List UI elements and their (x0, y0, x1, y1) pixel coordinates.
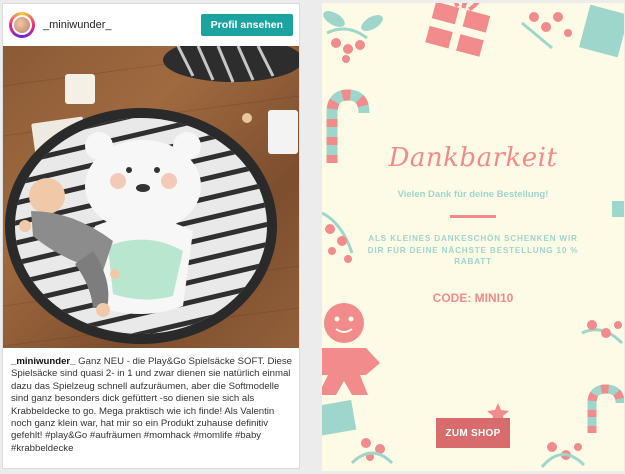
gift-icon (425, 3, 491, 57)
instagram-post-card: _miniwunder_ Profil ansehen _miniwunder_… (2, 3, 300, 469)
thank-you-subtitle: Vielen Dank für deine Bestellung! (397, 189, 549, 200)
berry-branch-icon (322, 211, 354, 263)
post-caption: _miniwunder_ Ganz NEU - die Play&Go Spie… (11, 356, 293, 455)
post-header: _miniwunder_ Profil ansehen (3, 4, 299, 46)
title-divider (450, 215, 496, 218)
thank-you-title: Dankbarkeit (388, 143, 558, 173)
berry-branch-icon (521, 12, 572, 50)
candy-cane-icon (587, 384, 624, 433)
post-photo[interactable] (3, 46, 299, 348)
discount-message: ALS KLEINES DANKESCHÖN SCHENKEN WIR DIR … (367, 234, 579, 266)
berry-branch-icon (323, 11, 383, 63)
thank-you-card: Dankbarkeit Vielen Dank für deine Bestel… (322, 3, 624, 471)
berry-branch-icon (581, 320, 624, 345)
gingerbread-man-icon (322, 303, 380, 395)
caption-text: Ganz NEU - die Play&Go Spielsäcke SOFT. … (11, 356, 292, 454)
gift-icon (322, 399, 357, 437)
username[interactable]: _miniwunder_ (43, 19, 201, 31)
view-profile-button[interactable]: Profil ansehen (200, 14, 293, 36)
shop-button[interactable]: ZUM SHOP (436, 418, 510, 448)
avatar[interactable] (9, 12, 35, 38)
discount-code: CODE: MINI10 (432, 291, 514, 305)
caption-username[interactable]: _miniwunder_ (11, 356, 76, 367)
post-photo-illustration (3, 46, 299, 347)
